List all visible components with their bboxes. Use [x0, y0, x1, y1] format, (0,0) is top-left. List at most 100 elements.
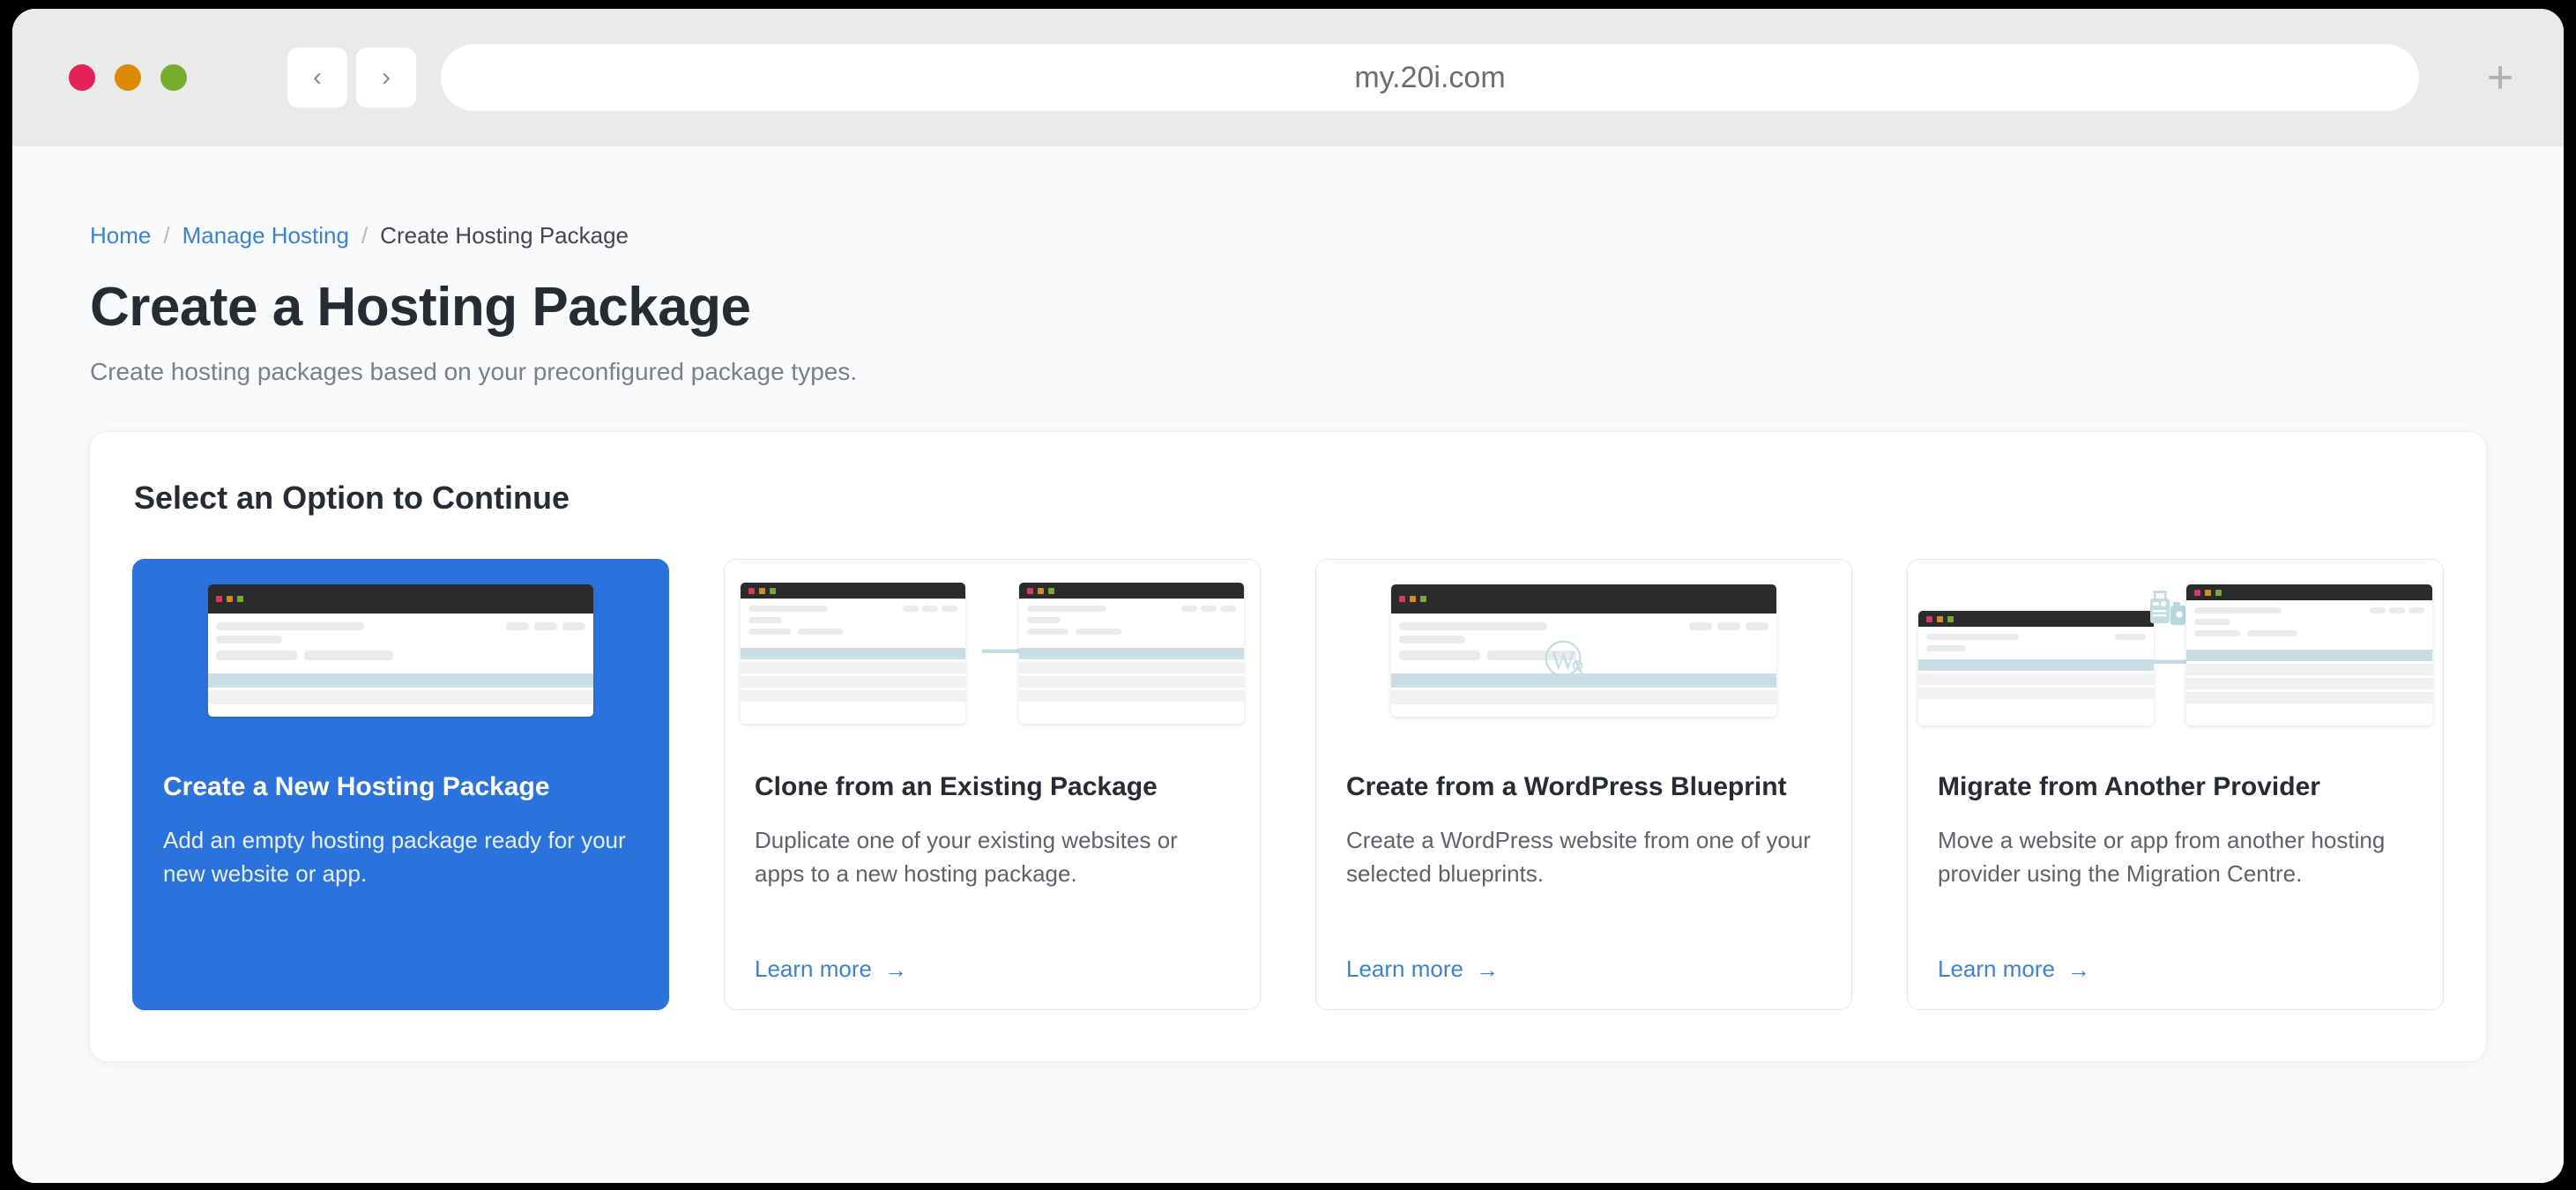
arrow-right-icon: →	[2066, 956, 2090, 983]
mockup-minimize-dot-icon	[759, 587, 766, 594]
breadcrumb-item-home[interactable]: Home	[90, 222, 151, 249]
option-card-clone-existing[interactable]: ⟶ Clone from an Existing Package Duplica…	[724, 559, 1261, 1010]
mockup-maximize-dot-icon	[1419, 596, 1426, 602]
illustration-clone: ⟶	[725, 579, 1260, 740]
back-button[interactable]: ‹	[287, 48, 347, 108]
option-card-body: Migrate from Another Provider Move a web…	[1908, 740, 2443, 1009]
mockup-minimize-dot-icon	[226, 596, 233, 602]
option-card-title: Create from a WordPress Blueprint	[1346, 772, 1787, 801]
option-card-create-new[interactable]: Create a New Hosting Package Add an empt…	[132, 559, 669, 1010]
svg-text:W: W	[1551, 647, 1575, 675]
mockup-highlight-row	[207, 673, 593, 688]
browser-mockup-icon: W	[1390, 584, 1776, 717]
illustration-migrate: ⟶	[1908, 579, 2443, 740]
mockup-title-bar	[2185, 584, 2432, 600]
mockup-title-bar	[1918, 611, 2155, 627]
mockup-close-dot-icon	[1926, 615, 1933, 622]
mockup-maximize-dot-icon	[236, 596, 243, 602]
mockup-minimize-dot-icon	[1409, 596, 1416, 602]
address-bar[interactable]: my.20i.com	[441, 44, 2419, 111]
mockup-body	[1018, 599, 1244, 702]
browser-mockup-icon	[207, 584, 593, 717]
page-subtitle: Create hosting packages based on your pr…	[90, 358, 858, 385]
illustration-wordpress: W	[1316, 579, 1851, 740]
option-card-body: Create from a WordPress Blueprint Create…	[1316, 740, 1851, 1009]
mockup-close-dot-icon	[1026, 587, 1033, 594]
learn-more-link[interactable]: Learn more →	[755, 922, 1230, 983]
learn-more-link[interactable]: Learn more →	[1346, 922, 1821, 983]
navigation-buttons: ‹ ›	[287, 48, 416, 108]
breadcrumb-item-manage-hosting[interactable]: Manage Hosting	[182, 222, 349, 249]
page-content: Home / Manage Hosting / Create Hosting P…	[12, 146, 2564, 1183]
mockup-close-dot-icon	[2193, 589, 2200, 596]
mockup-highlight-row	[1918, 659, 2155, 671]
mockup-close-dot-icon	[1398, 596, 1405, 602]
mockup-title-bar	[1390, 584, 1776, 614]
learn-more-link[interactable]: Learn more →	[1938, 922, 2413, 983]
mockup-minimize-dot-icon	[1037, 587, 1044, 594]
option-card-title: Clone from an Existing Package	[755, 772, 1158, 801]
browser-mockup-target-icon	[2185, 584, 2432, 725]
option-card-description: Move a website or app from another hosti…	[1938, 827, 2386, 888]
mockup-highlight-row	[2185, 650, 2432, 661]
page-title: Create a Hosting Package	[90, 277, 751, 338]
learn-more-label: Learn more	[1346, 956, 1463, 982]
mockup-body	[207, 614, 593, 704]
close-window-icon[interactable]	[69, 64, 95, 91]
breadcrumb-item-current: Create Hosting Package	[380, 222, 629, 249]
mockup-row	[207, 690, 593, 704]
mockup-close-dot-icon	[748, 587, 756, 594]
breadcrumb-separator: /	[361, 222, 369, 249]
mockup-row	[1390, 690, 1776, 704]
options-panel: Select an Option to Continue Create a Ne…	[90, 432, 2486, 1061]
option-card-description: Add an empty hosting package ready for y…	[163, 827, 626, 888]
browser-window: ‹ › my.20i.com + Home / Manage Hosting /…	[12, 9, 2564, 1183]
breadcrumb-separator: /	[163, 222, 170, 249]
option-card-body: Clone from an Existing Package Duplicate…	[725, 740, 1260, 1009]
option-card-description: Duplicate one of your existing websites …	[755, 827, 1178, 888]
mockup-minimize-dot-icon	[1937, 615, 1944, 622]
browser-chrome-bar: ‹ › my.20i.com +	[12, 9, 2564, 146]
option-card-title: Create a New Hosting Package	[163, 772, 550, 801]
mockup-maximize-dot-icon	[770, 587, 777, 594]
arrow-right-icon: →	[883, 956, 907, 983]
mockup-body	[2185, 600, 2432, 703]
new-tab-icon[interactable]: +	[2475, 53, 2525, 102]
mockup-maximize-dot-icon	[1947, 615, 1954, 622]
option-card-wordpress-blueprint[interactable]: W Create from a WordPress Blueprint Crea…	[1315, 559, 1852, 1010]
mockup-row	[215, 651, 585, 666]
illustration-new-package	[133, 579, 668, 740]
learn-more-label: Learn more	[1938, 956, 2055, 982]
browser-mockup-source-icon	[1918, 611, 2155, 725]
minimize-window-icon[interactable]	[115, 64, 141, 91]
mockup-close-dot-icon	[215, 596, 222, 602]
mockup-highlight-row	[1018, 648, 1244, 659]
learn-more-label: Learn more	[755, 956, 872, 982]
maximize-window-icon[interactable]	[160, 64, 187, 91]
mockup-minimize-dot-icon	[2204, 589, 2211, 596]
mockup-body	[1918, 627, 2155, 699]
browser-mockup-source-icon	[741, 583, 966, 724]
option-card-body: Create a New Hosting Package Add an empt…	[133, 740, 668, 1009]
panel-title: Select an Option to Continue	[134, 480, 570, 516]
arrow-right-icon: →	[1475, 956, 1499, 983]
mockup-maximize-dot-icon	[2215, 589, 2222, 596]
breadcrumb: Home / Manage Hosting / Create Hosting P…	[90, 222, 2486, 249]
mockup-body	[741, 599, 966, 702]
mockup-title-bar	[207, 584, 593, 614]
mockup-highlight-row	[741, 648, 966, 659]
mockup-title-bar	[741, 583, 966, 599]
options-grid: Create a New Hosting Package Add an empt…	[132, 559, 2444, 1010]
option-card-title: Migrate from Another Provider	[1938, 772, 2320, 801]
wordpress-logo-icon: W	[1545, 640, 1583, 677]
mockup-row	[748, 606, 958, 617]
mockup-row	[215, 622, 585, 636]
forward-button[interactable]: ›	[356, 48, 416, 108]
traffic-lights	[69, 64, 187, 91]
option-card-description: Create a WordPress website from one of y…	[1346, 827, 1811, 888]
mockup-maximize-dot-icon	[1047, 587, 1054, 594]
url-text: my.20i.com	[1354, 60, 1506, 94]
mockup-body: W	[1390, 614, 1776, 704]
browser-mockup-target-icon	[1018, 583, 1244, 724]
option-card-migrate-provider[interactable]: ⟶ Migrate from Another Provider Move a w…	[1907, 559, 2444, 1010]
